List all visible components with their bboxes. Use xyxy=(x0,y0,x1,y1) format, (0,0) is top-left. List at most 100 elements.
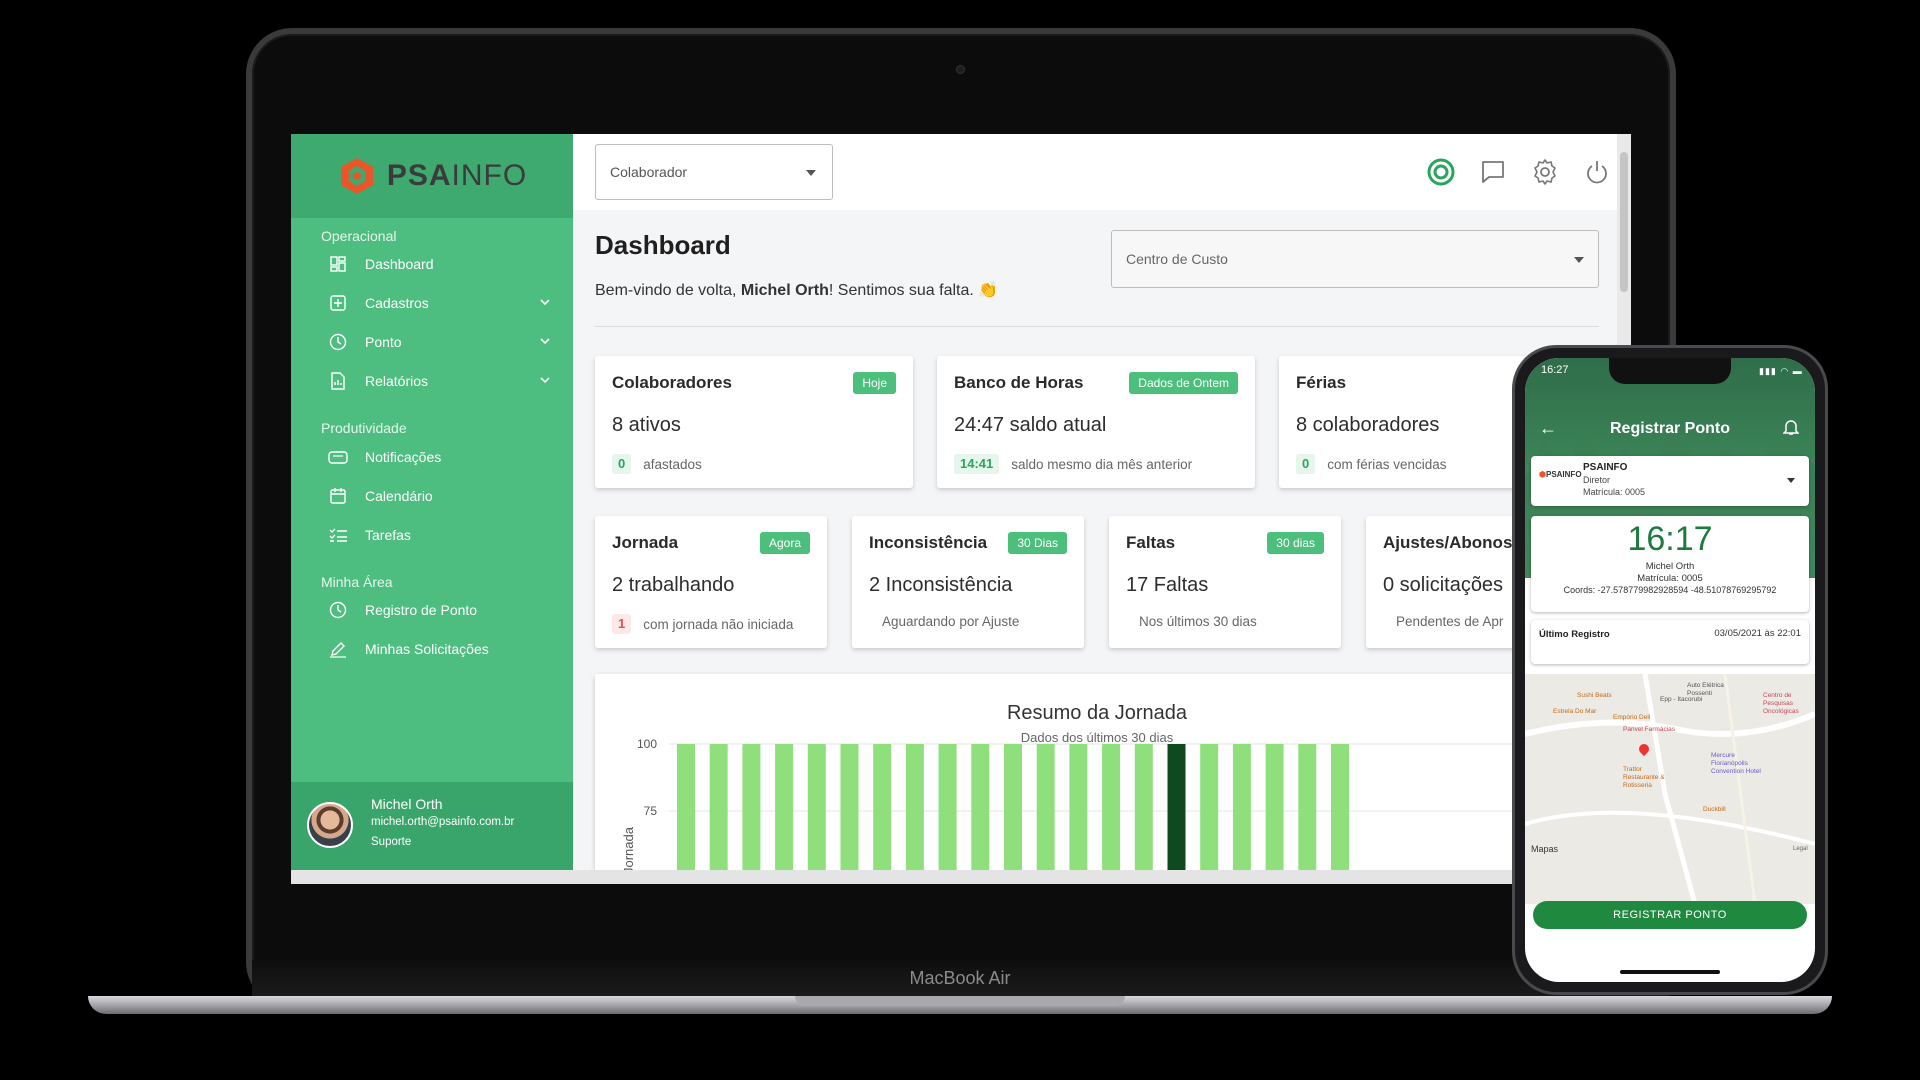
centro-custo-placeholder: Centro de Custo xyxy=(1126,251,1228,267)
colaborador-select[interactable]: Colaborador xyxy=(595,144,833,200)
sidebar-item-tarefas[interactable]: Tarefas xyxy=(321,517,551,553)
target-icon[interactable] xyxy=(1425,156,1457,188)
card-value: 2 trabalhando xyxy=(612,574,735,596)
chart-bar[interactable] xyxy=(1102,744,1121,884)
sidebar-item-ponto[interactable]: Ponto xyxy=(321,324,551,360)
card-value: 17 Faltas xyxy=(1126,574,1209,596)
chart-bar[interactable] xyxy=(1004,744,1022,884)
registrar-ponto-button[interactable]: REGISTRAR PONTO xyxy=(1533,901,1807,929)
caret-down-icon xyxy=(1574,257,1584,263)
sidebar-item-relatorios[interactable]: Relatórios xyxy=(321,363,551,399)
card-banco-horas[interactable]: Banco de Horas Dados de Ontem 24:47 sald… xyxy=(937,356,1255,488)
card-subtext: 0 com férias vencidas xyxy=(1296,454,1447,474)
chart-bar[interactable] xyxy=(1036,744,1055,884)
camera-icon xyxy=(956,65,965,74)
chevron-down-icon[interactable] xyxy=(539,373,551,389)
chart-bar[interactable] xyxy=(1331,744,1349,884)
bell-icon[interactable] xyxy=(1782,418,1800,441)
card-jornada[interactable]: Jornada Agora 2 trabalhando 1 com jornada… xyxy=(595,516,827,648)
settings-icon[interactable] xyxy=(1529,156,1561,188)
clock-time: 16:17 xyxy=(1627,520,1713,558)
phone-screen: 16:27 ▮▮▮ ◠ ▬ ← Registrar Ponto ⬢PSAINFO… xyxy=(1525,358,1815,982)
card-title: Faltas xyxy=(1126,533,1176,552)
logo-icon xyxy=(337,156,377,196)
chart-bar[interactable] xyxy=(971,744,990,884)
message-icon xyxy=(327,446,349,468)
chart-bar[interactable] xyxy=(1232,744,1251,884)
card-subtext: Nos últimos 30 dias xyxy=(1139,614,1257,629)
y-tick-label: 75 xyxy=(644,804,658,818)
user-panel[interactable]: Michel Orth michel.orth@psainfo.com.br S… xyxy=(291,782,573,884)
company-select[interactable]: ⬢PSAINFO PSAINFO Diretor Matrícula: 0005 xyxy=(1531,456,1809,506)
chart-bar[interactable] xyxy=(1200,744,1219,884)
brand-logo[interactable]: PSAINFO xyxy=(291,134,573,218)
last-record[interactable]: Último Registro 03/05/2021 às 22:01 xyxy=(1531,620,1809,664)
chevron-down-icon[interactable] xyxy=(539,334,551,350)
sidebar-item-minhas-solicitacoes[interactable]: Minhas Solicitações xyxy=(321,631,551,667)
map-label: Empório Deli xyxy=(1613,714,1651,721)
card-value: 0 solicitações xyxy=(1383,574,1504,596)
map-label: Estrela Do Mar xyxy=(1553,708,1597,715)
card-inconsistencia[interactable]: Inconsistência 30 Dias 2 Inconsistência … xyxy=(852,516,1084,648)
user-name: Michel Orth xyxy=(371,796,443,812)
pencil-icon xyxy=(327,638,349,660)
card-title: Banco de Horas xyxy=(954,373,1084,392)
chart-bar[interactable] xyxy=(905,744,924,884)
scroll-thumb[interactable] xyxy=(1620,152,1628,292)
user-role: Suporte xyxy=(371,836,412,848)
card-title: Colaboradores xyxy=(612,373,732,392)
app-screen: PSAINFO Operacional Dashboard Cadastros … xyxy=(291,134,1631,884)
y-tick-label: 100 xyxy=(637,737,657,751)
chart-plot: 100 75 Jornada xyxy=(621,737,1555,884)
card-faltas[interactable]: Faltas 30 dias 17 Faltas Nos últimos 30 … xyxy=(1109,516,1341,648)
chart-bar[interactable] xyxy=(742,744,761,884)
card-title: Ajustes/Abonos xyxy=(1383,533,1513,552)
card-value: 8 colaboradores xyxy=(1296,414,1440,436)
chart-bar[interactable] xyxy=(1298,744,1317,884)
sidebar-section-produtividade: Produtividade xyxy=(321,420,407,436)
clock-matricula: Matrícula: 0005 xyxy=(1637,573,1703,584)
map-label: Epp - Itacorubi xyxy=(1660,696,1703,703)
card-value: 8 ativos xyxy=(612,414,681,436)
chart-bar[interactable] xyxy=(807,744,826,884)
chart-bar[interactable] xyxy=(775,744,794,884)
chevron-down-icon[interactable] xyxy=(539,295,551,311)
clock-icon xyxy=(327,599,349,621)
sidebar-item-label: Dashboard xyxy=(365,256,434,272)
chat-icon[interactable] xyxy=(1477,156,1509,188)
chart-bar[interactable] xyxy=(1069,744,1088,884)
chart-bar[interactable] xyxy=(873,744,892,884)
sidebar-item-label: Registro de Ponto xyxy=(365,602,478,618)
horizontal-scrollbar[interactable] xyxy=(291,870,1617,884)
chart-bar[interactable] xyxy=(938,744,957,884)
calendar-icon xyxy=(327,485,349,507)
phone-title: Registrar Ponto xyxy=(1609,420,1730,437)
chart-bar[interactable] xyxy=(840,744,859,884)
chart-bar[interactable] xyxy=(1265,744,1284,884)
sidebar-item-cadastros[interactable]: Cadastros xyxy=(321,285,551,321)
centro-custo-select[interactable]: Centro de Custo xyxy=(1111,230,1599,288)
report-icon xyxy=(327,370,349,392)
sidebar-item-calendario[interactable]: Calendário xyxy=(321,478,551,514)
map-legal-link[interactable]: Legal xyxy=(1793,846,1808,852)
avatar xyxy=(307,802,353,848)
phone-status-icons: ▮▮▮ ◠ ▬ xyxy=(1759,366,1803,376)
card-value: 24:47 saldo atual xyxy=(954,414,1107,436)
card-title: Jornada xyxy=(612,533,679,552)
clock-icon xyxy=(327,331,349,353)
map-view[interactable]: Auto Elétrica Possenti Centro de Pesquis… xyxy=(1525,674,1815,904)
card-colaboradores[interactable]: Colaboradores Hoje 8 ativos 0 afastados xyxy=(595,356,913,488)
company-role: Diretor xyxy=(1583,475,1611,485)
company-name: PSAINFO xyxy=(1583,462,1628,473)
sidebar-item-registro-ponto[interactable]: Registro de Ponto xyxy=(321,592,551,628)
power-icon[interactable] xyxy=(1581,156,1613,188)
sidebar-item-label: Minhas Solicitações xyxy=(365,641,489,657)
sidebar-item-dashboard[interactable]: Dashboard xyxy=(321,246,551,282)
chart-bar[interactable] xyxy=(1167,744,1186,884)
user-email: michel.orth@psainfo.com.br xyxy=(371,816,515,828)
chart-bar[interactable] xyxy=(709,744,728,884)
chart-bar[interactable] xyxy=(677,744,695,884)
sidebar-item-label: Calendário xyxy=(365,488,433,504)
chart-bar[interactable] xyxy=(1134,744,1153,884)
sidebar-item-notificacoes[interactable]: Notificações xyxy=(321,439,551,475)
